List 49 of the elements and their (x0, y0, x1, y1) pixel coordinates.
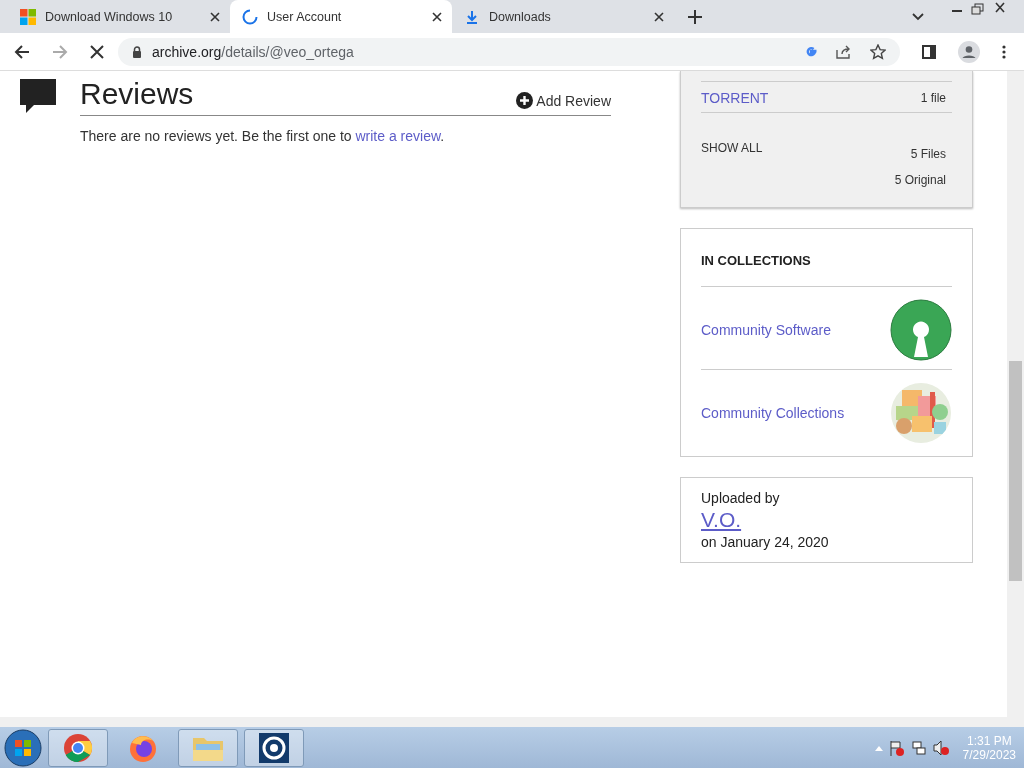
close-icon[interactable] (432, 11, 442, 22)
start-button-icon[interactable] (4, 728, 42, 767)
tab-title: User Account (267, 9, 343, 24)
menu-icon[interactable] (1002, 44, 1006, 59)
section-title: Reviews (80, 77, 194, 111)
loading-spinner-icon (242, 8, 258, 25)
no-reviews-text: There are no reviews yet. Be the first one to write a review. (80, 128, 446, 144)
share-icon[interactable] (836, 44, 852, 59)
files-count: 5 Files (910, 147, 946, 161)
flag-icon[interactable] (888, 739, 905, 756)
new-tab-icon[interactable] (688, 9, 702, 24)
chevron-down-icon[interactable] (912, 12, 924, 21)
app-icon (259, 732, 289, 763)
lock-icon (132, 45, 142, 58)
network-icon[interactable] (910, 739, 927, 756)
address-field[interactable]: archive.org/details/@veo_ortega (118, 37, 900, 66)
add-review-button[interactable]: Add Review (516, 92, 611, 109)
file-count: 1 file (920, 91, 946, 105)
show-all-link[interactable]: SHOW ALL (701, 141, 763, 155)
profile-icon[interactable] (958, 40, 980, 63)
collection-link[interactable]: Community Software (701, 322, 831, 338)
browser-tab[interactable]: Downloads (452, 0, 674, 33)
star-icon[interactable] (870, 43, 886, 60)
chrome-icon (63, 732, 93, 763)
format-link[interactable]: TORRENT (701, 90, 769, 106)
windows-logo-icon (20, 8, 36, 25)
speech-bubble-icon (20, 79, 56, 113)
keyhole-logo-icon[interactable] (890, 299, 952, 361)
uploaded-by-label: Uploaded by (701, 490, 780, 506)
browser-tab[interactable]: Download Windows 10 (8, 0, 230, 33)
vertical-scrollbar[interactable] (1007, 71, 1024, 717)
close-icon[interactable] (654, 11, 664, 22)
url-text: archive.org/details/@veo_ortega (152, 43, 354, 60)
side-panel-icon[interactable] (922, 44, 936, 59)
tab-title: Download Windows 10 (45, 9, 174, 24)
download-icon (464, 8, 480, 25)
uploader-link[interactable]: V.O. (701, 508, 742, 532)
stop-icon[interactable] (90, 44, 104, 59)
original-count: 5 Original (894, 173, 946, 187)
volume-muted-icon[interactable] (932, 739, 949, 756)
card-title: IN COLLECTIONS (701, 253, 952, 287)
taskbar-button[interactable] (244, 728, 304, 767)
plus-circle-icon (516, 92, 534, 109)
close-icon[interactable] (210, 11, 220, 22)
upload-date: on January 24, 2020 (701, 534, 829, 550)
back-icon[interactable] (14, 43, 30, 60)
tab-title: Downloads (489, 9, 552, 24)
browser-tab[interactable]: User Account (230, 0, 452, 33)
collection-link[interactable]: Community Collections (701, 405, 845, 421)
